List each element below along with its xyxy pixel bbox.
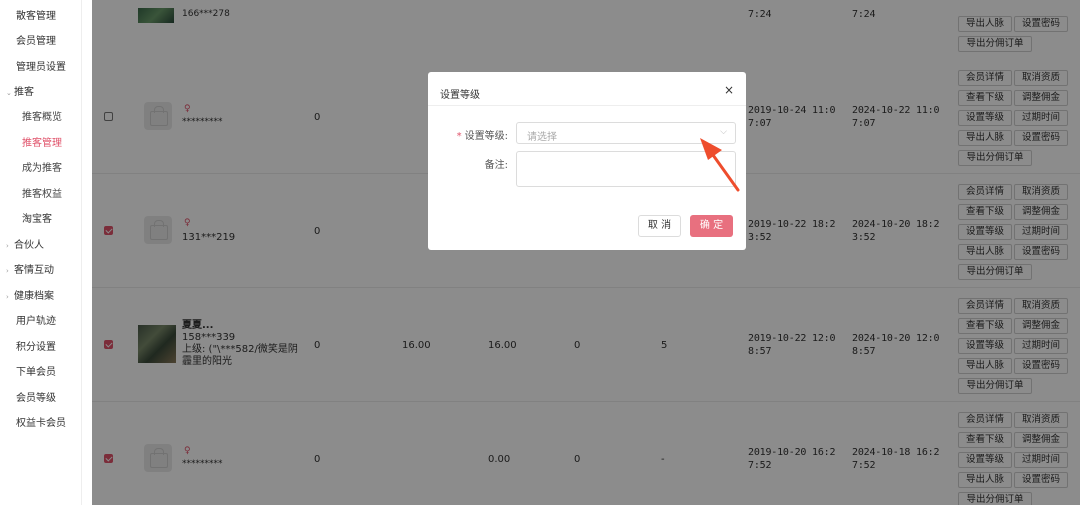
sidebar-item-label: 健康档案 bbox=[14, 291, 54, 302]
sidebar-item-promoter-mgmt[interactable]: 推客管理 bbox=[0, 135, 82, 153]
sidebar-item-label: 用户轨迹 bbox=[16, 316, 56, 327]
app-root: 散客管理 会员管理 管理员设置 ⌄ 推客 推客概览 推客管理 成为推客 推客权益 … bbox=[0, 0, 1080, 505]
sidebar-item-label: 合伙人 bbox=[14, 240, 44, 251]
sidebar-item-interaction[interactable]: › 客情互动 bbox=[0, 262, 82, 280]
sidebar-item-label: 会员等级 bbox=[16, 393, 56, 404]
sidebar-item-label: 推客 bbox=[14, 87, 34, 98]
close-icon[interactable]: × bbox=[724, 83, 734, 97]
sidebar-item-label: 积分设置 bbox=[16, 342, 56, 353]
sidebar-item-health[interactable]: › 健康档案 bbox=[0, 288, 82, 306]
sidebar-item-label: 成为推客 bbox=[22, 163, 62, 174]
remark-field-label: 备注: bbox=[484, 160, 508, 171]
chevron-right-icon: › bbox=[6, 242, 9, 250]
cancel-button[interactable]: 取 消 bbox=[638, 215, 681, 237]
confirm-button[interactable]: 确 定 bbox=[690, 215, 733, 237]
sidebar-item-promoter-rights[interactable]: 推客权益 bbox=[0, 186, 82, 204]
sidebar-item-label: 推客概览 bbox=[22, 112, 62, 123]
sidebar-item-guest-mgmt[interactable]: 散客管理 bbox=[0, 8, 82, 26]
sidebar-item-become-promoter[interactable]: 成为推客 bbox=[0, 160, 82, 178]
set-level-dialog: 设置等级 × * 设置等级: 请选择 ⌵ 备注: 取 消 确 定 bbox=[428, 72, 746, 250]
level-select[interactable]: 请选择 ⌵ bbox=[516, 122, 736, 144]
sidebar-item-order-members[interactable]: 下单会员 bbox=[0, 364, 82, 382]
remark-textarea[interactable] bbox=[516, 151, 736, 187]
sidebar-item-label: 推客管理 bbox=[22, 138, 62, 149]
sidebar-item-points[interactable]: 积分设置 bbox=[0, 339, 82, 357]
sidebar-item-label: 客情互动 bbox=[14, 265, 54, 276]
sidebar-item-label: 淘宝客 bbox=[22, 214, 52, 225]
sidebar: 散客管理 会员管理 管理员设置 ⌄ 推客 推客概览 推客管理 成为推客 推客权益 … bbox=[0, 0, 82, 505]
sidebar-item-partner[interactable]: › 合伙人 bbox=[0, 237, 82, 255]
sidebar-item-label: 推客权益 bbox=[22, 189, 62, 200]
sidebar-item-promoter[interactable]: ⌄ 推客 bbox=[0, 84, 82, 102]
sidebar-item-label: 下单会员 bbox=[16, 367, 56, 378]
sidebar-item-member-level[interactable]: 会员等级 bbox=[0, 390, 82, 408]
required-mark: * bbox=[456, 131, 462, 142]
sidebar-item-label: 会员管理 bbox=[16, 36, 56, 47]
sidebar-item-rights-card[interactable]: 权益卡会员 bbox=[0, 415, 82, 433]
sidebar-item-label: 管理员设置 bbox=[16, 62, 66, 73]
level-label-text: 设置等级: bbox=[464, 131, 508, 142]
sidebar-item-admin-settings[interactable]: 管理员设置 bbox=[0, 59, 82, 77]
sidebar-item-label: 权益卡会员 bbox=[16, 418, 66, 429]
chevron-down-icon: ⌵ bbox=[720, 127, 727, 137]
sidebar-item-taobao[interactable]: 淘宝客 bbox=[0, 211, 82, 229]
level-select-placeholder: 请选择 bbox=[527, 132, 557, 143]
sidebar-item-user-track[interactable]: 用户轨迹 bbox=[0, 313, 82, 331]
sidebar-item-promoter-overview[interactable]: 推客概览 bbox=[0, 109, 82, 127]
chevron-right-icon: › bbox=[6, 293, 9, 301]
sidebar-item-member-mgmt[interactable]: 会员管理 bbox=[0, 33, 82, 51]
dialog-divider bbox=[428, 105, 746, 106]
chevron-right-icon: › bbox=[6, 267, 9, 275]
sidebar-item-label: 散客管理 bbox=[16, 11, 56, 22]
level-field-label: * 设置等级: bbox=[438, 127, 508, 142]
chevron-down-icon: ⌄ bbox=[6, 89, 12, 97]
dialog-title: 设置等级 bbox=[440, 90, 480, 101]
